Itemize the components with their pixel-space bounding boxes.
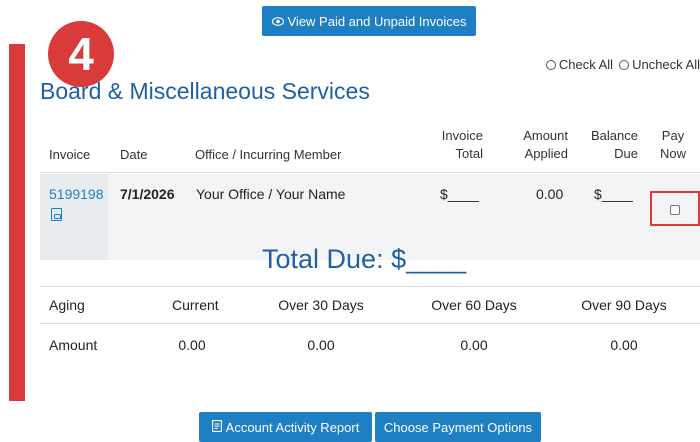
uncheck-all-option[interactable]: Uncheck All bbox=[619, 57, 700, 72]
balance-due-value: $____ bbox=[594, 186, 633, 202]
view-invoices-label: View Paid and Unpaid Invoices bbox=[287, 13, 467, 29]
uncheck-all-label: Uncheck All bbox=[632, 57, 700, 72]
aging-over30-value: 0.00 bbox=[307, 337, 335, 353]
header-invoice: Invoice bbox=[49, 147, 91, 162]
eye-icon bbox=[271, 14, 284, 29]
divider bbox=[40, 323, 700, 324]
office-member: Your Office / Your Name bbox=[196, 186, 346, 202]
aging-header-over30: Over 30 Days bbox=[278, 297, 364, 313]
activity-report-label: Account Activity Report bbox=[225, 419, 360, 435]
check-all-controls: Check All Uncheck All bbox=[542, 57, 700, 72]
section-title: Board & Miscellaneous Services bbox=[40, 78, 370, 104]
payment-options-label: Choose Payment Options bbox=[383, 419, 533, 435]
invoice-total-value: $____ bbox=[440, 186, 479, 202]
header-office: Office / Incurring Member bbox=[195, 147, 342, 162]
choose-payment-options-button[interactable]: Choose Payment Options bbox=[375, 412, 541, 442]
check-all-option[interactable]: Check All bbox=[545, 57, 614, 72]
aging-amount-label: Amount bbox=[49, 337, 98, 353]
total-due: Total Due: $____ bbox=[262, 244, 466, 275]
aging-current-value: 0.00 bbox=[178, 337, 206, 353]
aging-header-label: Aging bbox=[49, 297, 85, 313]
invoice-date: 7/1/2026 bbox=[120, 186, 175, 202]
aging-header-over90: Over 90 Days bbox=[581, 297, 667, 313]
header-balance-due: Balance Due bbox=[591, 128, 638, 161]
divider bbox=[40, 286, 700, 287]
highlight-bar bbox=[9, 44, 25, 401]
aging-header-over60: Over 60 Days bbox=[431, 297, 517, 313]
header-amount-applied: Amount Applied bbox=[523, 128, 568, 161]
check-all-label: Check All bbox=[558, 57, 614, 72]
aging-over60-value: 0.00 bbox=[460, 337, 488, 353]
document-icon bbox=[211, 419, 222, 435]
invoice-number-link[interactable]: 5199198 bbox=[49, 186, 104, 202]
divider bbox=[40, 172, 700, 173]
pdf-icon[interactable] bbox=[51, 208, 62, 221]
amount-applied-value: 0.00 bbox=[536, 186, 564, 202]
total-due-label: Total Due: bbox=[262, 244, 384, 274]
aging-over90-value: 0.00 bbox=[610, 337, 638, 353]
aging-header-current: Current bbox=[172, 297, 219, 313]
view-invoices-button[interactable]: View Paid and Unpaid Invoices bbox=[262, 6, 476, 36]
account-activity-report-button[interactable]: Account Activity Report bbox=[199, 412, 372, 442]
radio-icon bbox=[545, 59, 556, 70]
radio-icon bbox=[619, 59, 630, 70]
header-pay-now: Pay Now bbox=[659, 128, 686, 161]
pay-now-checkbox[interactable] bbox=[670, 205, 680, 215]
header-date: Date bbox=[120, 147, 148, 162]
total-due-value: $____ bbox=[391, 244, 467, 274]
header-invoice-total: Invoice Total bbox=[441, 128, 483, 161]
